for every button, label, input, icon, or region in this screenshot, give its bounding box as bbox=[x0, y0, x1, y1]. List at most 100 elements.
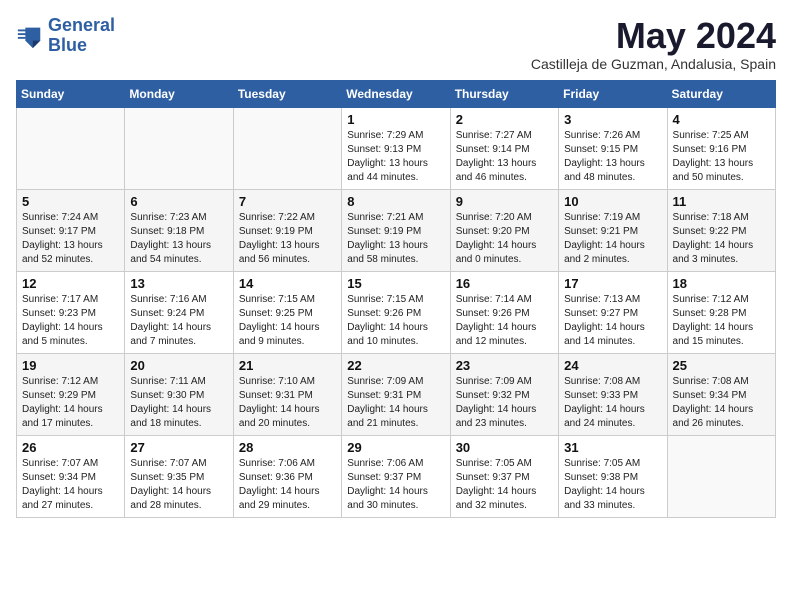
day-info: Sunrise: 7:05 AM Sunset: 9:38 PM Dayligh… bbox=[564, 457, 661, 513]
title-block: May 2024 Castilleja de Guzman, Andalusia… bbox=[531, 16, 776, 72]
day-info: Sunrise: 7:15 AM Sunset: 9:25 PM Dayligh… bbox=[239, 293, 336, 349]
calendar-cell: 20Sunrise: 7:11 AM Sunset: 9:30 PM Dayli… bbox=[125, 353, 233, 435]
calendar-cell: 18Sunrise: 7:12 AM Sunset: 9:28 PM Dayli… bbox=[667, 271, 775, 353]
day-number: 20 bbox=[130, 358, 227, 373]
day-number: 10 bbox=[564, 194, 661, 209]
day-info: Sunrise: 7:25 AM Sunset: 9:16 PM Dayligh… bbox=[673, 129, 770, 185]
day-number: 1 bbox=[347, 112, 444, 127]
day-number: 4 bbox=[673, 112, 770, 127]
day-info: Sunrise: 7:06 AM Sunset: 9:37 PM Dayligh… bbox=[347, 457, 444, 513]
day-number: 22 bbox=[347, 358, 444, 373]
calendar-cell: 23 Sunrise: 7:09 AM Sunset: 9:32 PM Dayli… bbox=[450, 353, 558, 435]
header-sunday: Sunday bbox=[17, 80, 125, 107]
day-number: 18 bbox=[673, 276, 770, 291]
calendar-body: 1 Sunrise: 7:29 AM Sunset: 9:13 PM Daylig… bbox=[17, 107, 776, 517]
calendar-cell: 21Sunrise: 7:10 AM Sunset: 9:31 PM Dayli… bbox=[233, 353, 341, 435]
day-number: 6 bbox=[130, 194, 227, 209]
calendar-cell: 10 Sunrise: 7:19 AM Sunset: 9:21 PM Dayli… bbox=[559, 189, 667, 271]
day-number: 29 bbox=[347, 440, 444, 455]
calendar-cell: 9 Sunrise: 7:20 AM Sunset: 9:20 PM Daylig… bbox=[450, 189, 558, 271]
calendar-cell: 11 Sunrise: 7:18 AM Sunset: 9:22 PM Dayli… bbox=[667, 189, 775, 271]
day-info: Sunrise: 7:29 AM Sunset: 9:13 PM Dayligh… bbox=[347, 129, 444, 185]
logo: General Blue bbox=[16, 16, 115, 56]
header-monday: Monday bbox=[125, 80, 233, 107]
day-info: Sunrise: 7:14 AM Sunset: 9:26 PM Dayligh… bbox=[456, 293, 553, 349]
logo-icon bbox=[16, 22, 44, 50]
day-info: Sunrise: 7:13 AM Sunset: 9:27 PM Dayligh… bbox=[564, 293, 661, 349]
calendar-cell: 3 Sunrise: 7:26 AM Sunset: 9:15 PM Daylig… bbox=[559, 107, 667, 189]
calendar-cell: 22Sunrise: 7:09 AM Sunset: 9:31 PM Dayli… bbox=[342, 353, 450, 435]
day-number: 17 bbox=[564, 276, 661, 291]
day-info: Sunrise: 7:07 AM Sunset: 9:34 PM Dayligh… bbox=[22, 457, 119, 513]
day-number: 19 bbox=[22, 358, 119, 373]
week-row-5: 26Sunrise: 7:07 AM Sunset: 9:34 PM Dayli… bbox=[17, 435, 776, 517]
logo-text: General Blue bbox=[48, 16, 115, 56]
calendar-cell: 1 Sunrise: 7:29 AM Sunset: 9:13 PM Daylig… bbox=[342, 107, 450, 189]
calendar-cell: 7Sunrise: 7:22 AM Sunset: 9:19 PM Daylig… bbox=[233, 189, 341, 271]
day-number: 3 bbox=[564, 112, 661, 127]
day-info: Sunrise: 7:21 AM Sunset: 9:19 PM Dayligh… bbox=[347, 211, 444, 267]
calendar-cell: 17 Sunrise: 7:13 AM Sunset: 9:27 PM Dayli… bbox=[559, 271, 667, 353]
day-info: Sunrise: 7:07 AM Sunset: 9:35 PM Dayligh… bbox=[130, 457, 227, 513]
day-info: Sunrise: 7:08 AM Sunset: 9:34 PM Dayligh… bbox=[673, 375, 770, 431]
day-info: Sunrise: 7:19 AM Sunset: 9:21 PM Dayligh… bbox=[564, 211, 661, 267]
day-number: 11 bbox=[673, 194, 770, 209]
day-number: 15 bbox=[347, 276, 444, 291]
day-number: 5 bbox=[22, 194, 119, 209]
calendar-cell: 16 Sunrise: 7:14 AM Sunset: 9:26 PM Dayli… bbox=[450, 271, 558, 353]
day-number: 24 bbox=[564, 358, 661, 373]
calendar-cell: 25 Sunrise: 7:08 AM Sunset: 9:34 PM Dayli… bbox=[667, 353, 775, 435]
day-info: Sunrise: 7:20 AM Sunset: 9:20 PM Dayligh… bbox=[456, 211, 553, 267]
day-info: Sunrise: 7:26 AM Sunset: 9:15 PM Dayligh… bbox=[564, 129, 661, 185]
day-info: Sunrise: 7:24 AM Sunset: 9:17 PM Dayligh… bbox=[22, 211, 119, 267]
day-number: 9 bbox=[456, 194, 553, 209]
day-number: 2 bbox=[456, 112, 553, 127]
day-number: 27 bbox=[130, 440, 227, 455]
calendar-cell: 26Sunrise: 7:07 AM Sunset: 9:34 PM Dayli… bbox=[17, 435, 125, 517]
day-info: Sunrise: 7:06 AM Sunset: 9:36 PM Dayligh… bbox=[239, 457, 336, 513]
day-number: 25 bbox=[673, 358, 770, 373]
calendar-table: SundayMondayTuesdayWednesdayThursdayFrid… bbox=[16, 80, 776, 518]
month-title: May 2024 bbox=[531, 16, 776, 56]
day-number: 31 bbox=[564, 440, 661, 455]
calendar-cell: 13Sunrise: 7:16 AM Sunset: 9:24 PM Dayli… bbox=[125, 271, 233, 353]
header-friday: Friday bbox=[559, 80, 667, 107]
day-number: 16 bbox=[456, 276, 553, 291]
day-info: Sunrise: 7:09 AM Sunset: 9:32 PM Dayligh… bbox=[456, 375, 553, 431]
calendar-cell: 19 Sunrise: 7:12 AM Sunset: 9:29 PM Dayli… bbox=[17, 353, 125, 435]
day-info: Sunrise: 7:18 AM Sunset: 9:22 PM Dayligh… bbox=[673, 211, 770, 267]
calendar-cell bbox=[125, 107, 233, 189]
day-info: Sunrise: 7:12 AM Sunset: 9:29 PM Dayligh… bbox=[22, 375, 119, 431]
calendar-header: SundayMondayTuesdayWednesdayThursdayFrid… bbox=[17, 80, 776, 107]
calendar-cell: 12Sunrise: 7:17 AM Sunset: 9:23 PM Dayli… bbox=[17, 271, 125, 353]
header-wednesday: Wednesday bbox=[342, 80, 450, 107]
day-info: Sunrise: 7:22 AM Sunset: 9:19 PM Dayligh… bbox=[239, 211, 336, 267]
calendar-cell: 24Sunrise: 7:08 AM Sunset: 9:33 PM Dayli… bbox=[559, 353, 667, 435]
calendar-cell: 4 Sunrise: 7:25 AM Sunset: 9:16 PM Daylig… bbox=[667, 107, 775, 189]
day-number: 30 bbox=[456, 440, 553, 455]
calendar-cell: 31 Sunrise: 7:05 AM Sunset: 9:38 PM Dayli… bbox=[559, 435, 667, 517]
day-number: 28 bbox=[239, 440, 336, 455]
calendar-cell bbox=[233, 107, 341, 189]
week-row-2: 5 Sunrise: 7:24 AM Sunset: 9:17 PM Daylig… bbox=[17, 189, 776, 271]
week-row-1: 1 Sunrise: 7:29 AM Sunset: 9:13 PM Daylig… bbox=[17, 107, 776, 189]
day-number: 14 bbox=[239, 276, 336, 291]
day-info: Sunrise: 7:15 AM Sunset: 9:26 PM Dayligh… bbox=[347, 293, 444, 349]
calendar-cell: 30Sunrise: 7:05 AM Sunset: 9:37 PM Dayli… bbox=[450, 435, 558, 517]
header-saturday: Saturday bbox=[667, 80, 775, 107]
day-info: Sunrise: 7:23 AM Sunset: 9:18 PM Dayligh… bbox=[130, 211, 227, 267]
day-number: 23 bbox=[456, 358, 553, 373]
location-subtitle: Castilleja de Guzman, Andalusia, Spain bbox=[531, 56, 776, 72]
header-thursday: Thursday bbox=[450, 80, 558, 107]
day-info: Sunrise: 7:16 AM Sunset: 9:24 PM Dayligh… bbox=[130, 293, 227, 349]
week-row-3: 12Sunrise: 7:17 AM Sunset: 9:23 PM Dayli… bbox=[17, 271, 776, 353]
calendar-cell: 2Sunrise: 7:27 AM Sunset: 9:14 PM Daylig… bbox=[450, 107, 558, 189]
calendar-cell: 15 Sunrise: 7:15 AM Sunset: 9:26 PM Dayli… bbox=[342, 271, 450, 353]
calendar-cell: 8 Sunrise: 7:21 AM Sunset: 9:19 PM Daylig… bbox=[342, 189, 450, 271]
day-number: 8 bbox=[347, 194, 444, 209]
calendar-cell: 14 Sunrise: 7:15 AM Sunset: 9:25 PM Dayli… bbox=[233, 271, 341, 353]
week-row-4: 19 Sunrise: 7:12 AM Sunset: 9:29 PM Dayli… bbox=[17, 353, 776, 435]
page-header: General Blue May 2024 Castilleja de Guzm… bbox=[16, 16, 776, 72]
day-info: Sunrise: 7:17 AM Sunset: 9:23 PM Dayligh… bbox=[22, 293, 119, 349]
calendar-cell bbox=[17, 107, 125, 189]
